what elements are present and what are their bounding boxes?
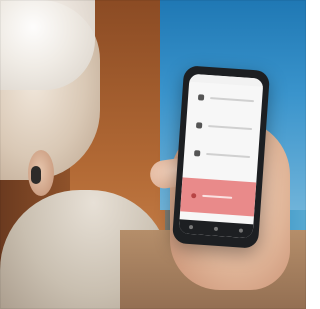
phone-nav-bar [178, 219, 254, 239]
phone-list-item[interactable] [195, 118, 253, 136]
list-item-text-line [210, 97, 255, 103]
hearing-aid [31, 166, 41, 184]
phone-list-item[interactable] [193, 146, 251, 164]
list-item-text-line [206, 152, 251, 159]
alert-banner[interactable] [180, 177, 257, 217]
status-bar [189, 73, 264, 87]
back-icon[interactable] [189, 224, 194, 230]
home-icon[interactable] [213, 226, 219, 231]
person-icon [193, 150, 201, 157]
phone-screen [178, 73, 264, 239]
smartphone [171, 65, 271, 249]
bell-icon [197, 94, 205, 101]
lock-icon [195, 122, 203, 129]
photo [0, 0, 306, 309]
alert-icon [191, 192, 197, 198]
alert-text-line [202, 194, 233, 199]
phone-list-item[interactable] [197, 90, 255, 108]
recent-icon[interactable] [238, 228, 243, 233]
list-item-text-line [208, 125, 253, 131]
